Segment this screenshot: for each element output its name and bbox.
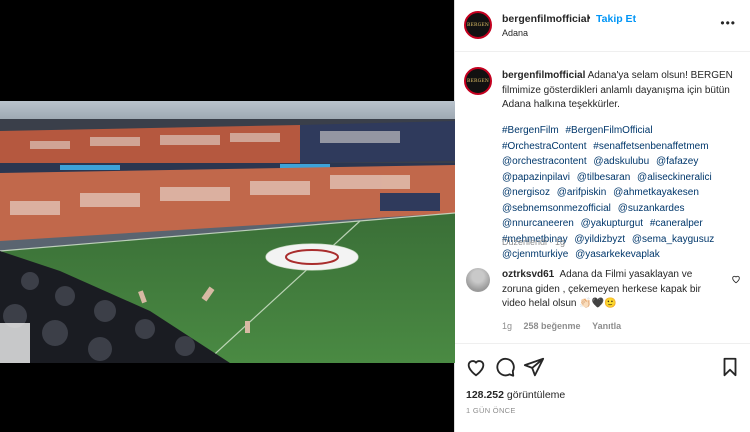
- mention-link[interactable]: @sema_kaygusuz: [632, 234, 714, 245]
- action-bar: 128.252 görüntüleme 1 GÜN ÖNCE: [455, 343, 750, 432]
- stadium-video-frame: [0, 101, 455, 363]
- heart-outline-icon[interactable]: [731, 274, 741, 287]
- comment-text: oztrksvd61 Adana da Filmi yasaklayan ve …: [502, 268, 722, 312]
- avatar-logo-text: BERGEN: [467, 78, 489, 84]
- hashtag-link[interactable]: #caneralper: [650, 218, 703, 229]
- follow-button[interactable]: Takip Et: [596, 13, 636, 25]
- comment-meta: 1g 258 beğenme Yanıtla: [502, 321, 630, 331]
- post-video[interactable]: [0, 101, 455, 363]
- mention-link[interactable]: @yildizbyzt: [574, 234, 625, 245]
- commenter-username[interactable]: oztrksvd61: [502, 269, 554, 280]
- reply-button[interactable]: Yanıtla: [592, 321, 621, 331]
- mention-link[interactable]: @tilbesaran: [577, 172, 631, 183]
- mention-link[interactable]: @nnurcaneeren: [502, 218, 574, 229]
- view-count[interactable]: 128.252 görüntüleme: [466, 389, 565, 401]
- caption-text: bergenfilmofficial Adana'ya selam olsun!…: [502, 69, 742, 113]
- mention-link[interactable]: @fafazey: [656, 156, 698, 167]
- mention-link[interactable]: @ahmetkayakesen: [613, 187, 699, 198]
- mention-link[interactable]: @orchestracontent: [502, 156, 587, 167]
- hashtag-link[interactable]: #BergenFilmOfficial: [565, 125, 652, 136]
- more-options-icon[interactable]: •••: [720, 16, 736, 30]
- mention-link[interactable]: @aliseckineralici: [637, 172, 712, 183]
- mention-link[interactable]: @nergisoz: [502, 187, 550, 198]
- post-details-panel: BERGEN bergenfilmofficial • Takip Et Ada…: [455, 0, 750, 432]
- instagram-post-modal: BERGEN bergenfilmofficial • Takip Et Ada…: [0, 0, 750, 432]
- mention-link[interactable]: @yakupturgut: [581, 218, 643, 229]
- author-avatar[interactable]: BERGEN: [464, 11, 492, 39]
- view-count-number: 128.252: [466, 389, 504, 401]
- media-panel: [0, 0, 455, 432]
- view-count-label: görüntüleme: [506, 389, 566, 401]
- avatar-logo-text: BERGEN: [467, 22, 489, 28]
- mention-link[interactable]: @suzankardes: [618, 203, 685, 214]
- post-header: BERGEN bergenfilmofficial • Takip Et Ada…: [455, 0, 750, 52]
- separator-dot: •: [587, 13, 591, 24]
- mention-link[interactable]: @adskulubu: [593, 156, 649, 167]
- hashtag-link[interactable]: #senaffetsenbenaffetmem: [593, 141, 708, 152]
- post-location[interactable]: Adana: [502, 28, 528, 38]
- heart-icon[interactable]: [465, 356, 487, 378]
- caption-username[interactable]: bergenfilmofficial: [502, 70, 585, 81]
- mention-link[interactable]: @arifpiskin: [557, 187, 607, 198]
- bookmark-icon[interactable]: [719, 356, 741, 378]
- edited-timestamp: Düzenlendi · 1g: [502, 237, 566, 247]
- mention-link[interactable]: @sebnemsonmezofficial: [502, 203, 611, 214]
- mention-link[interactable]: @yasarkekevaplak: [575, 249, 660, 260]
- hashtag-link[interactable]: #BergenFilm: [502, 125, 559, 136]
- hashtag-link[interactable]: #OrchestraContent: [502, 141, 587, 152]
- caption-author-avatar[interactable]: BERGEN: [464, 67, 492, 95]
- mention-link[interactable]: @cjenmturkiye: [502, 249, 568, 260]
- comment-time: 1g: [502, 321, 513, 331]
- commenter-avatar[interactable]: [466, 268, 490, 292]
- share-icon[interactable]: [523, 356, 545, 378]
- comment-icon[interactable]: [494, 356, 516, 378]
- comment-likes[interactable]: 258 beğenme: [524, 321, 581, 331]
- author-username[interactable]: bergenfilmofficial: [502, 13, 590, 25]
- mention-link[interactable]: @papazinpilavi: [502, 172, 570, 183]
- post-age: 1 GÜN ÖNCE: [466, 406, 516, 415]
